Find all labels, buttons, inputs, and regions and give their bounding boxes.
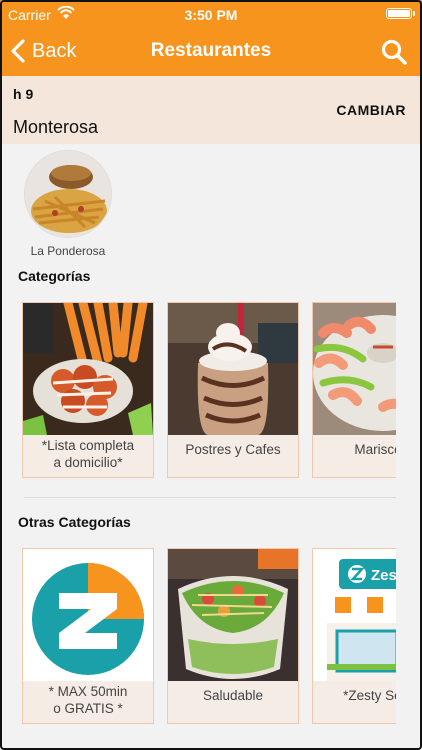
location-code: h 9: [13, 86, 34, 102]
other-categories-heading: Otras Categorías: [18, 514, 131, 530]
top-bar: Carrier 3:50 PM Back Restaurantes: [0, 0, 422, 76]
category-image: [168, 303, 298, 435]
battery-icon: [386, 8, 415, 19]
clock: 3:50 PM: [184, 7, 238, 23]
category-label: *Zesty Serv: [343, 688, 396, 703]
restaurant-name: La Ponderosa: [30, 244, 106, 258]
categories-heading: Categorías: [18, 268, 91, 284]
category-card[interactable]: Marisco: [312, 302, 396, 478]
zesty-logo-text: Zesty: [371, 567, 396, 584]
search-icon[interactable]: [380, 38, 408, 66]
scroll-edge: [398, 144, 422, 750]
location-header: h 9 Monterosa CAMBIAR: [0, 76, 422, 144]
category-card[interactable]: Saludable: [167, 548, 299, 724]
category-image: [23, 303, 153, 435]
category-label: Marisco: [354, 442, 396, 457]
category-card[interactable]: * MAX 50min o GRATIS *: [22, 548, 154, 724]
navigation-bar: Back Restaurantes: [0, 30, 422, 76]
app-screen: Carrier 3:50 PM Back Restaurantes h 9 Mo…: [0, 0, 422, 750]
storefront-icon: Zesty: [313, 549, 396, 681]
delivery-logo-icon: [23, 549, 153, 681]
page-title: Restaurantes: [150, 40, 272, 61]
category-image: Zesty: [313, 549, 396, 681]
category-image: [168, 549, 298, 681]
category-image: [23, 549, 153, 681]
category-label: *Lista completa a domicilio*: [41, 438, 135, 470]
category-label: Saludable: [202, 688, 264, 703]
featured-restaurant[interactable]: La Ponderosa: [22, 150, 114, 258]
category-card[interactable]: *Lista completa a domicilio*: [22, 302, 154, 478]
restaurant-avatar: [24, 150, 112, 238]
category-card[interactable]: Zesty *Zesty Serv: [312, 548, 396, 724]
section-divider: [24, 497, 396, 498]
categories-row: *Lista completa a domicilio* Postres y C…: [22, 302, 396, 482]
category-label: Postres y Cafes: [185, 442, 281, 457]
category-card[interactable]: Postres y Cafes: [167, 302, 299, 478]
other-categories-row: * MAX 50min o GRATIS * Saludable Zes *Ze…: [22, 548, 396, 728]
status-bar: Carrier 3:50 PM: [0, 0, 422, 30]
location-name: Monterosa: [13, 117, 99, 137]
category-image: [313, 303, 396, 435]
category-label: * MAX 50min o GRATIS *: [48, 684, 128, 716]
change-location-button[interactable]: CAMBIAR: [336, 102, 406, 118]
